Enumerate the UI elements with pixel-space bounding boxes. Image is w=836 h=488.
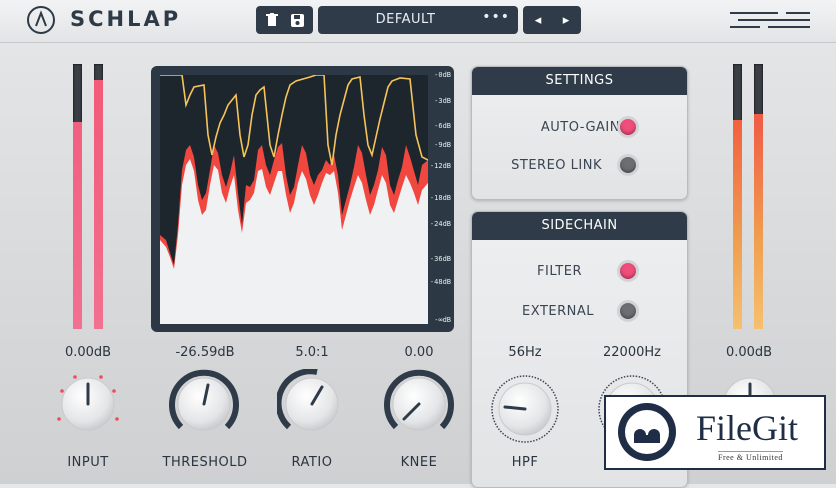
input-label: INPUT: [67, 455, 109, 470]
external-label: EXTERNAL: [522, 304, 594, 319]
prev-preset-button[interactable]: ◂: [526, 6, 550, 34]
hpf-label: HPF: [511, 455, 539, 470]
threshold-knob[interactable]: [169, 369, 239, 443]
next-preset-button[interactable]: ▸: [554, 6, 578, 34]
output-meter-right: [754, 64, 763, 329]
threshold-value: -26.59dB: [175, 345, 235, 360]
save-button[interactable]: [285, 6, 309, 34]
preset-menu-button[interactable]: •••: [482, 9, 510, 25]
knee-knob[interactable]: [384, 369, 454, 443]
knee-value: 0.00: [404, 345, 434, 360]
db-tick: -48dB: [429, 278, 451, 286]
input-meter-left: [73, 64, 82, 329]
compression-graph: -0dB -3dB -6dB -9dB -12dB -18dB -24dB -3…: [151, 66, 454, 332]
filter-toggle[interactable]: [620, 263, 636, 279]
hpf-value: 56Hz: [508, 345, 542, 360]
file-toolbar: [256, 6, 313, 34]
preset-nav: ◂ ▸: [523, 6, 581, 34]
filegit-name: FileGit: [696, 408, 799, 448]
threshold-label: THRESHOLD: [162, 455, 248, 470]
ratio-value: 5.0:1: [295, 345, 329, 360]
preset-name: DEFAULT: [375, 12, 436, 27]
app-logo-text: SCHLAP: [70, 7, 182, 31]
auto-gain-toggle[interactable]: [620, 119, 636, 135]
input-meter-right: [94, 64, 103, 329]
db-tick: -0dB: [434, 71, 451, 79]
filegit-tagline: Free & Unlimited: [718, 451, 783, 462]
header-bar: SCHLAP DEFAULT ••• ◂ ▸: [0, 0, 836, 43]
output-meter-value: 0.00dB: [725, 345, 773, 360]
input-meter-value: 0.00dB: [64, 345, 112, 360]
input-meter-left-fill: [73, 122, 82, 329]
main-menu-icon[interactable]: [730, 10, 810, 32]
db-tick: -3dB: [434, 97, 451, 105]
stereo-link-label: STEREO LINK: [511, 158, 602, 173]
stereo-link-toggle[interactable]: [620, 157, 636, 173]
db-tick: -6dB: [434, 122, 451, 130]
waveform-display: [160, 75, 428, 324]
db-tick: -18dB: [429, 194, 451, 202]
sidechain-title: SIDECHAIN: [472, 212, 687, 240]
output-meter-left-fill: [733, 119, 742, 329]
db-tick: -12dB: [429, 162, 451, 170]
filter-label: FILTER: [537, 264, 582, 279]
auto-gain-label: AUTO-GAIN: [540, 120, 620, 135]
output-meter-right-fill: [754, 114, 763, 329]
input-meter-right-fill: [94, 79, 103, 329]
filegit-logo-icon: [618, 403, 676, 461]
hpf-knob[interactable]: [490, 374, 560, 448]
output-meter-left: [733, 64, 742, 329]
db-tick: -9dB: [434, 141, 451, 149]
ratio-label: RATIO: [291, 455, 333, 470]
knee-label: KNEE: [400, 455, 438, 470]
save-icon: [290, 13, 304, 27]
input-knob[interactable]: [53, 369, 123, 443]
preset-selector[interactable]: DEFAULT •••: [318, 6, 518, 34]
waveform-svg: [160, 75, 428, 324]
db-tick: -36dB: [429, 255, 451, 263]
db-tick: -∞dB: [434, 316, 451, 324]
external-toggle[interactable]: [620, 303, 636, 319]
ratio-knob[interactable]: [275, 368, 347, 443]
logo-icon: [27, 6, 55, 34]
settings-title: SETTINGS: [472, 67, 687, 95]
settings-panel: SETTINGS AUTO-GAIN STEREO LINK: [471, 66, 688, 200]
db-tick: -24dB: [429, 220, 451, 228]
filegit-watermark: FileGit Free & Unlimited: [604, 395, 826, 470]
lpf-value: 22000Hz: [603, 345, 661, 360]
trash-icon: [266, 13, 278, 26]
delete-button[interactable]: [260, 6, 284, 34]
